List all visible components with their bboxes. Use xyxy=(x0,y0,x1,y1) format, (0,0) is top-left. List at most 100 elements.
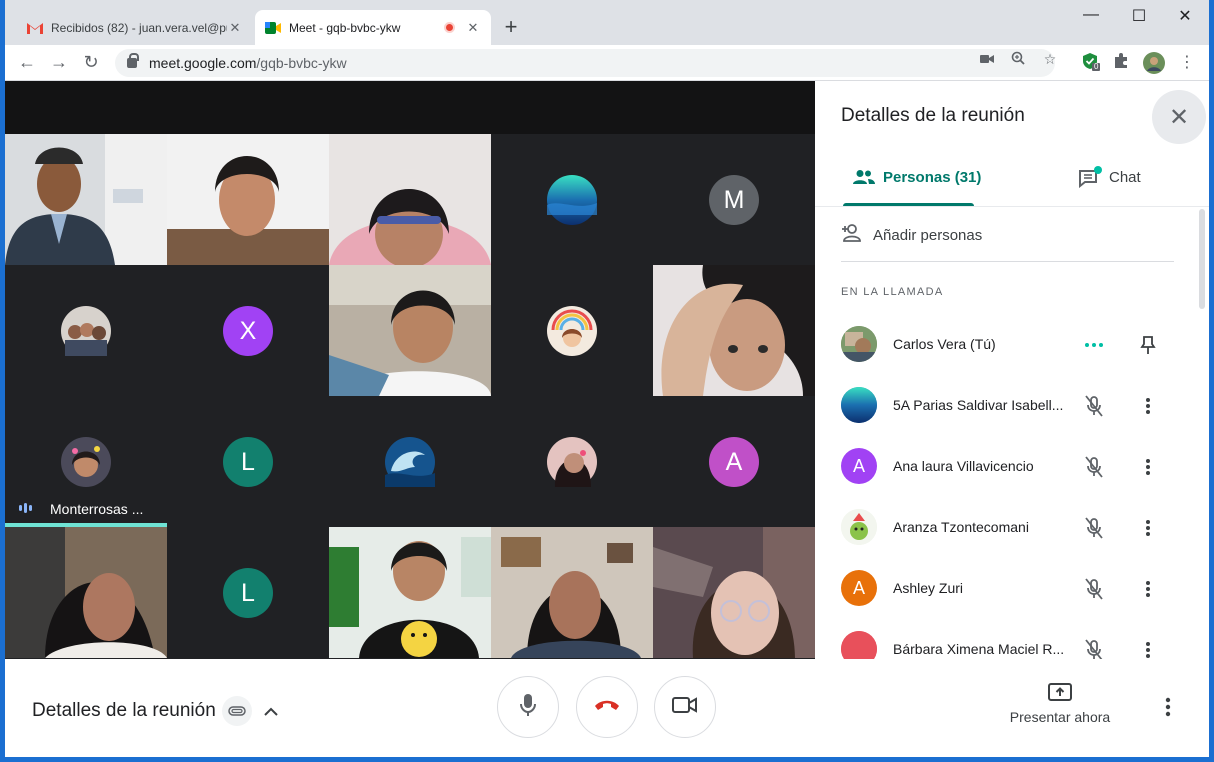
microphone-icon xyxy=(519,693,537,722)
participant-tile[interactable] xyxy=(329,396,491,527)
address-bar[interactable]: meet.google.com/gqb-bvbc-ykw xyxy=(115,49,1055,77)
close-tab-icon[interactable]: ✕ xyxy=(465,20,481,36)
participant-row[interactable]: A Ana laura Villavicencio xyxy=(841,446,1181,486)
participant-row[interactable]: Carlos Vera (Tú) xyxy=(841,324,1181,364)
gmail-icon xyxy=(27,20,43,36)
microphone-button[interactable] xyxy=(497,676,559,738)
more-vert-icon[interactable] xyxy=(1137,517,1159,539)
participant-avatar: A xyxy=(709,437,759,487)
reload-icon[interactable]: ↻ xyxy=(79,52,103,73)
close-panel-button[interactable]: ✕ xyxy=(1152,90,1206,144)
participant-avatar xyxy=(547,306,597,356)
participant-tile[interactable] xyxy=(491,527,653,658)
participant-tile[interactable] xyxy=(491,134,653,265)
participant-tile[interactable] xyxy=(329,134,491,265)
extension-badge: 0 xyxy=(1094,62,1099,71)
participant-tile[interactable] xyxy=(167,134,329,265)
participant-tile[interactable] xyxy=(329,265,491,396)
participant-tile[interactable] xyxy=(5,265,167,396)
participant-tile[interactable]: Monterrosas ... xyxy=(5,396,167,527)
tab-people[interactable]: Personas (31) xyxy=(851,167,981,187)
panel-title: Detalles de la reunión xyxy=(841,105,1025,126)
participant-avatar xyxy=(385,437,435,487)
speaking-indicator-icon xyxy=(19,503,32,513)
tab-gmail[interactable]: Recibidos (82) - juan.vera.vel@pu ✕ xyxy=(17,10,253,45)
more-vert-icon[interactable] xyxy=(1137,578,1159,600)
participant-tile[interactable] xyxy=(329,527,491,658)
camera-button[interactable] xyxy=(654,676,716,738)
tab-strip: Recibidos (82) - juan.vera.vel@pu ✕ Meet… xyxy=(5,0,1209,45)
participant-avatar xyxy=(547,175,597,225)
meeting-details-label: Detalles de la reunión xyxy=(32,700,216,721)
hang-up-icon xyxy=(593,698,621,717)
close-tab-icon[interactable]: ✕ xyxy=(227,20,243,36)
chevron-up-icon xyxy=(264,700,278,722)
participant-tile[interactable] xyxy=(653,527,815,658)
close-window-icon[interactable]: ✕ xyxy=(1162,6,1208,26)
pin-icon[interactable] xyxy=(1137,334,1159,356)
mic-off-icon[interactable] xyxy=(1083,456,1105,478)
present-now-label: Presentar ahora xyxy=(1009,709,1111,725)
mic-off-icon[interactable] xyxy=(1083,517,1105,539)
mic-off-icon[interactable] xyxy=(1083,395,1105,417)
mic-off-icon[interactable] xyxy=(1083,578,1105,600)
forward-icon[interactable]: → xyxy=(47,52,71,73)
more-options-button[interactable] xyxy=(1165,697,1171,722)
recording-icon xyxy=(444,22,455,33)
participant-tile[interactable] xyxy=(653,265,815,396)
mic-off-icon[interactable] xyxy=(1083,639,1105,661)
participant-name: Ashley Zuri xyxy=(893,580,964,596)
present-now-button[interactable]: Presentar ahora xyxy=(1005,683,1115,725)
more-vert-icon xyxy=(1165,697,1171,721)
panel-tabs: Personas (31) Chat xyxy=(815,157,1209,207)
participant-avatar xyxy=(841,509,877,545)
new-tab-button[interactable]: + xyxy=(499,14,523,40)
tab-meet[interactable]: Meet - gqb-bvbc-ykw ✕ xyxy=(255,10,491,45)
top-strip xyxy=(5,81,815,134)
profile-avatar-icon[interactable] xyxy=(1143,52,1165,74)
participant-tile[interactable]: L xyxy=(167,527,329,658)
back-icon[interactable]: ← xyxy=(15,52,39,73)
participant-row[interactable]: 5A Parias Saldivar Isabell... xyxy=(841,385,1181,425)
browser-menu-icon[interactable]: ⋮ xyxy=(1175,52,1199,72)
minimize-icon[interactable]: — xyxy=(1068,6,1114,24)
participant-avatar xyxy=(841,326,877,362)
zoom-icon[interactable] xyxy=(1008,51,1028,68)
close-icon: ✕ xyxy=(1168,103,1190,131)
participant-row[interactable]: A Ashley Zuri xyxy=(841,568,1181,608)
participant-tile[interactable] xyxy=(5,527,167,658)
participant-tile[interactable] xyxy=(5,134,167,265)
more-vert-icon[interactable] xyxy=(1137,395,1159,417)
video-feed xyxy=(167,134,329,265)
divider xyxy=(841,261,1174,262)
meeting-details-button[interactable]: Detalles de la reunión xyxy=(32,696,278,726)
tab-title: Meet - gqb-bvbc-ykw xyxy=(289,20,401,35)
participant-tile[interactable]: L xyxy=(167,396,329,527)
tab-chat[interactable]: Chat xyxy=(1077,166,1141,188)
participant-tile[interactable]: A xyxy=(653,396,815,527)
meet-icon xyxy=(265,20,281,36)
more-vert-icon[interactable] xyxy=(1137,456,1159,478)
leave-call-button[interactable] xyxy=(576,676,638,738)
video-feed xyxy=(329,134,491,265)
participant-row[interactable]: Aranza Tzontecomani xyxy=(841,507,1181,547)
panel-scrollbar[interactable] xyxy=(1199,209,1205,309)
browser-toolbar: ← → ↻ meet.google.com/gqb-bvbc-ykw ☆ 0 ⋮ xyxy=(5,45,1209,81)
participant-tile[interactable]: X xyxy=(167,265,329,396)
participant-tile[interactable]: M xyxy=(653,134,815,265)
puzzle-icon[interactable] xyxy=(1112,52,1132,72)
camera-icon[interactable] xyxy=(977,51,997,67)
star-icon[interactable]: ☆ xyxy=(1040,51,1060,68)
participant-avatar: L xyxy=(223,437,273,487)
tab-people-label: Personas (31) xyxy=(883,168,982,186)
extension-shield-icon[interactable]: 0 xyxy=(1081,52,1101,72)
participant-tile[interactable] xyxy=(491,265,653,396)
add-people-button[interactable]: Añadir personas xyxy=(841,223,982,247)
call-controls-bar: Detalles de la reunión Presentar ahora xyxy=(5,659,1209,757)
present-screen-icon xyxy=(1048,683,1072,703)
video-feed xyxy=(5,527,167,658)
maximize-icon[interactable]: ☐ xyxy=(1116,6,1162,26)
video-feed xyxy=(653,527,815,658)
participant-tile[interactable] xyxy=(491,396,653,527)
more-vert-icon[interactable] xyxy=(1137,639,1159,661)
